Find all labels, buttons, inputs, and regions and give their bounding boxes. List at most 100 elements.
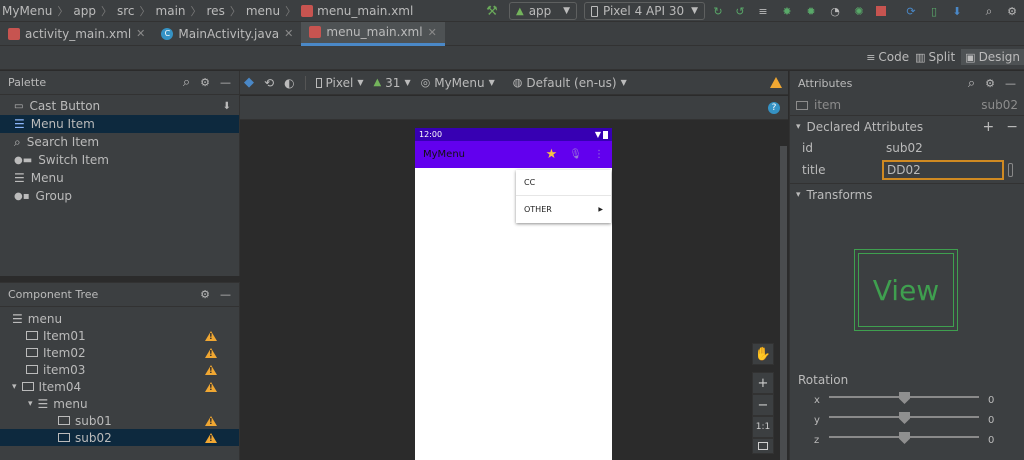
warning-icon[interactable] [205, 381, 217, 392]
remove-icon[interactable]: − [1006, 119, 1018, 135]
tree-item-menu-root[interactable]: ☰ menu [0, 310, 239, 327]
stop-icon[interactable] [873, 3, 889, 19]
attach-icon[interactable]: ✺ [851, 3, 867, 19]
tree-item-item01[interactable]: Item01 [0, 327, 239, 344]
profiler-icon[interactable]: ◔ [827, 3, 843, 19]
search-icon[interactable]: ⌕ [981, 3, 997, 19]
breadcrumb-main[interactable]: main [156, 4, 186, 18]
orientation-icon[interactable]: ⟲ [264, 76, 274, 90]
locale-dropdown[interactable]: ◍ Default (en-us) ▼ [513, 76, 627, 90]
slider-thumb[interactable] [899, 432, 910, 444]
popup-item-cc[interactable]: CC [516, 170, 611, 196]
palette-item-search-item[interactable]: ⌕ Search Item [0, 133, 239, 151]
device-manager-icon[interactable]: ▯ [926, 3, 942, 19]
sdk-manager-icon[interactable]: ⬇ [949, 3, 965, 19]
breadcrumb-file[interactable]: menu_main.xml [317, 4, 413, 18]
tab-menu-main[interactable]: menu_main.xml ✕ [301, 21, 445, 46]
popup-item-other[interactable]: OTHER ▶ [516, 196, 611, 222]
hammer-icon[interactable]: ⚒ [484, 3, 500, 19]
warning-icon[interactable] [205, 364, 217, 375]
rotation-x-slider[interactable]: x 0 [798, 390, 1020, 410]
breadcrumb-module[interactable]: app [73, 4, 96, 18]
breadcrumb-menu[interactable]: menu [246, 4, 280, 18]
mic-icon[interactable]: 🎙 [569, 149, 582, 160]
close-icon[interactable]: ✕ [136, 27, 145, 40]
tree-item-item03[interactable]: item03 [0, 361, 239, 378]
phone-icon [315, 77, 322, 88]
zoom-to-fit-button[interactable] [752, 438, 774, 454]
warning-icon[interactable] [205, 347, 217, 358]
warning-icon[interactable] [205, 432, 217, 443]
tree-item-sub02[interactable]: sub02 [0, 429, 239, 446]
design-mode-button[interactable]: ▣ Design [961, 49, 1024, 65]
warning-icon[interactable] [770, 77, 782, 88]
breadcrumb-project[interactable]: MyMenu [2, 4, 52, 18]
minimize-icon[interactable]: — [220, 76, 231, 89]
palette-item-switch-item[interactable]: ●▬ Switch Item [0, 151, 239, 169]
slider-thumb[interactable] [899, 392, 910, 404]
device-dropdown[interactable]: Pixel ▼ [315, 76, 363, 90]
debug-icon[interactable]: ✸ [779, 3, 795, 19]
apply-changes-icon[interactable]: ↻ [710, 3, 726, 19]
close-icon[interactable]: ✕ [428, 26, 437, 39]
search-icon[interactable]: ⌕ [968, 76, 975, 91]
split-mode-button[interactable]: ▥ Split [915, 50, 955, 64]
search-icon[interactable]: ⌕ [183, 75, 190, 90]
tree-item-submenu[interactable]: ▾ ☰ menu [0, 395, 239, 412]
transforms-section[interactable]: ▾ Transforms [790, 183, 1024, 205]
phone-preview[interactable]: 12:00 ▼ MyMenu ★ 🎙 ⋮ CC OTHER ▶ [415, 128, 612, 460]
align-icon[interactable]: ≡ [755, 3, 771, 19]
slider-thumb[interactable] [899, 412, 910, 424]
gradle-sync-icon[interactable]: ⟳ [903, 3, 919, 19]
tree-item-item02[interactable]: Item02 [0, 344, 239, 361]
warning-icon[interactable] [205, 330, 217, 341]
tab-main-activity[interactable]: C MainActivity.java ✕ [153, 22, 301, 46]
warning-icon[interactable] [205, 415, 217, 426]
tab-activity-main[interactable]: activity_main.xml ✕ [0, 22, 153, 46]
gear-icon[interactable]: ⚙ [985, 77, 995, 90]
gear-icon[interactable]: ⚙ [200, 76, 210, 89]
add-icon[interactable]: + [983, 119, 995, 135]
tree-item-item04[interactable]: ▾ Item04 [0, 378, 239, 395]
overflow-menu-icon[interactable]: ⋮ [594, 149, 604, 160]
resource-picker-icon[interactable] [1008, 163, 1013, 177]
zoom-actual-size-button[interactable]: 1:1 [752, 416, 774, 438]
breadcrumb-res[interactable]: res [207, 4, 225, 18]
vertical-scrollbar[interactable] [780, 146, 787, 460]
attr-value-id[interactable]: sub02 [870, 141, 923, 155]
run-config-select[interactable]: ▲ app ▼ [509, 2, 577, 20]
breadcrumb-src[interactable]: src [117, 4, 135, 18]
layers-icon[interactable]: ◆ [244, 75, 254, 90]
theme-dropdown[interactable]: ◎ MyMenu ▼ [421, 76, 495, 90]
minimize-icon[interactable]: — [1005, 77, 1016, 90]
attach-debugger-icon[interactable]: ✹ [803, 3, 819, 19]
chevron-down-icon[interactable]: ▾ [12, 382, 17, 392]
close-icon[interactable]: ✕ [284, 27, 293, 40]
help-icon[interactable]: ? [768, 102, 780, 114]
night-mode-icon[interactable]: ◐ [284, 76, 294, 90]
rotation-y-slider[interactable]: y 0 [798, 410, 1020, 430]
menu-item-icon: ☰ [14, 117, 25, 131]
code-mode-button[interactable]: ≡ Code [866, 50, 909, 64]
palette-item-menu-item[interactable]: ☰ Menu Item [0, 115, 239, 133]
zoom-in-button[interactable]: + [752, 372, 774, 394]
minimize-icon[interactable]: — [220, 288, 231, 301]
zoom-out-button[interactable]: − [752, 394, 774, 416]
chevron-down-icon[interactable]: ▾ [28, 399, 33, 409]
title-input[interactable]: DD02 [882, 160, 1004, 180]
star-icon[interactable]: ★ [546, 147, 558, 162]
download-icon[interactable]: ⬇ [223, 101, 231, 112]
settings-icon[interactable]: ⚙ [1004, 3, 1020, 19]
apply-code-changes-icon[interactable]: ↺ [732, 3, 748, 19]
gear-icon[interactable]: ⚙ [200, 288, 210, 301]
api-dropdown[interactable]: ▲ 31 ▼ [373, 76, 410, 90]
declared-attributes-section[interactable]: ▾ Declared Attributes + − [790, 115, 1024, 137]
rotation-z-slider[interactable]: z 0 [798, 430, 1020, 450]
menu-icon: ☰ [14, 171, 25, 185]
pan-button[interactable]: ✋ [752, 343, 774, 365]
palette-item-group[interactable]: ●▪ Group [0, 187, 239, 205]
tree-item-sub01[interactable]: sub01 [0, 412, 239, 429]
palette-item-menu[interactable]: ☰ Menu [0, 169, 239, 187]
device-select[interactable]: Pixel 4 API 30 ▼ [584, 2, 705, 20]
palette-item-cast-button[interactable]: ▭ Cast Button ⬇ [0, 97, 239, 115]
